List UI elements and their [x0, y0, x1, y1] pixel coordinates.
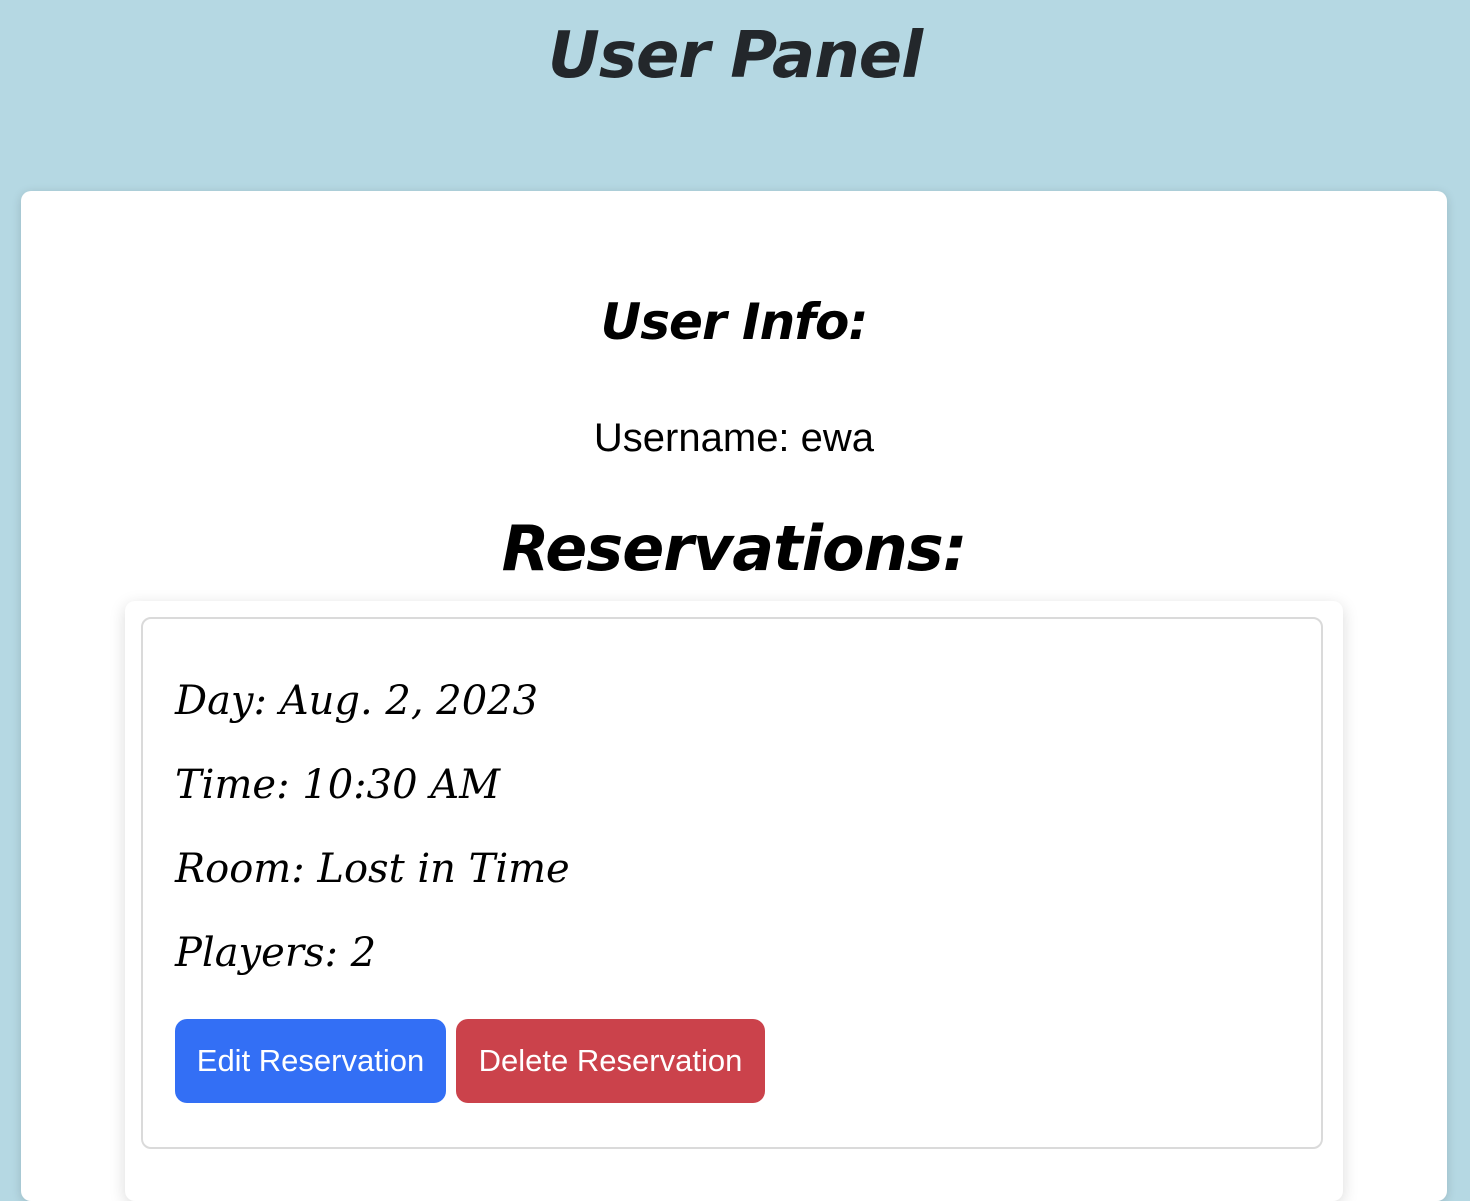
username-label: Username:: [593, 416, 790, 460]
reservation-players: Players: 2: [175, 925, 376, 981]
username-line: Username: ewa: [21, 413, 1447, 463]
reservation-day-label: Day:: [175, 678, 267, 724]
page-title: User Panel: [547, 19, 923, 93]
reservation-players-label: Players:: [175, 930, 338, 976]
reservation-time-value: 10:30 AM: [302, 762, 501, 808]
username-value: ewa: [800, 416, 875, 460]
reservation-room-label: Room:: [175, 846, 305, 892]
reservation-list: Day: Aug. 2, 2023 Time: 10:30 AM Room: L…: [125, 601, 1343, 1201]
delete-reservation-button[interactable]: Delete Reservation: [456, 1019, 765, 1103]
reservations-title: Reservations:: [501, 512, 968, 585]
reservation-day: Day: Aug. 2, 2023: [175, 673, 538, 729]
reservation-day-value: Aug. 2, 2023: [279, 678, 539, 724]
edit-reservation-button[interactable]: Edit Reservation: [175, 1019, 446, 1103]
main-card: User Info: Username: ewa Reservations: D…: [21, 191, 1447, 1201]
reservation-room-value: Lost in Time: [317, 846, 570, 892]
reservation-card: Day: Aug. 2, 2023 Time: 10:30 AM Room: L…: [141, 617, 1323, 1149]
reservation-room: Room: Lost in Time: [175, 841, 570, 897]
reservation-time: Time: 10:30 AM: [175, 757, 500, 813]
user-info-title: User Info:: [600, 293, 869, 351]
reservation-time-label: Time:: [175, 762, 290, 808]
reservation-players-value: 2: [350, 930, 377, 976]
